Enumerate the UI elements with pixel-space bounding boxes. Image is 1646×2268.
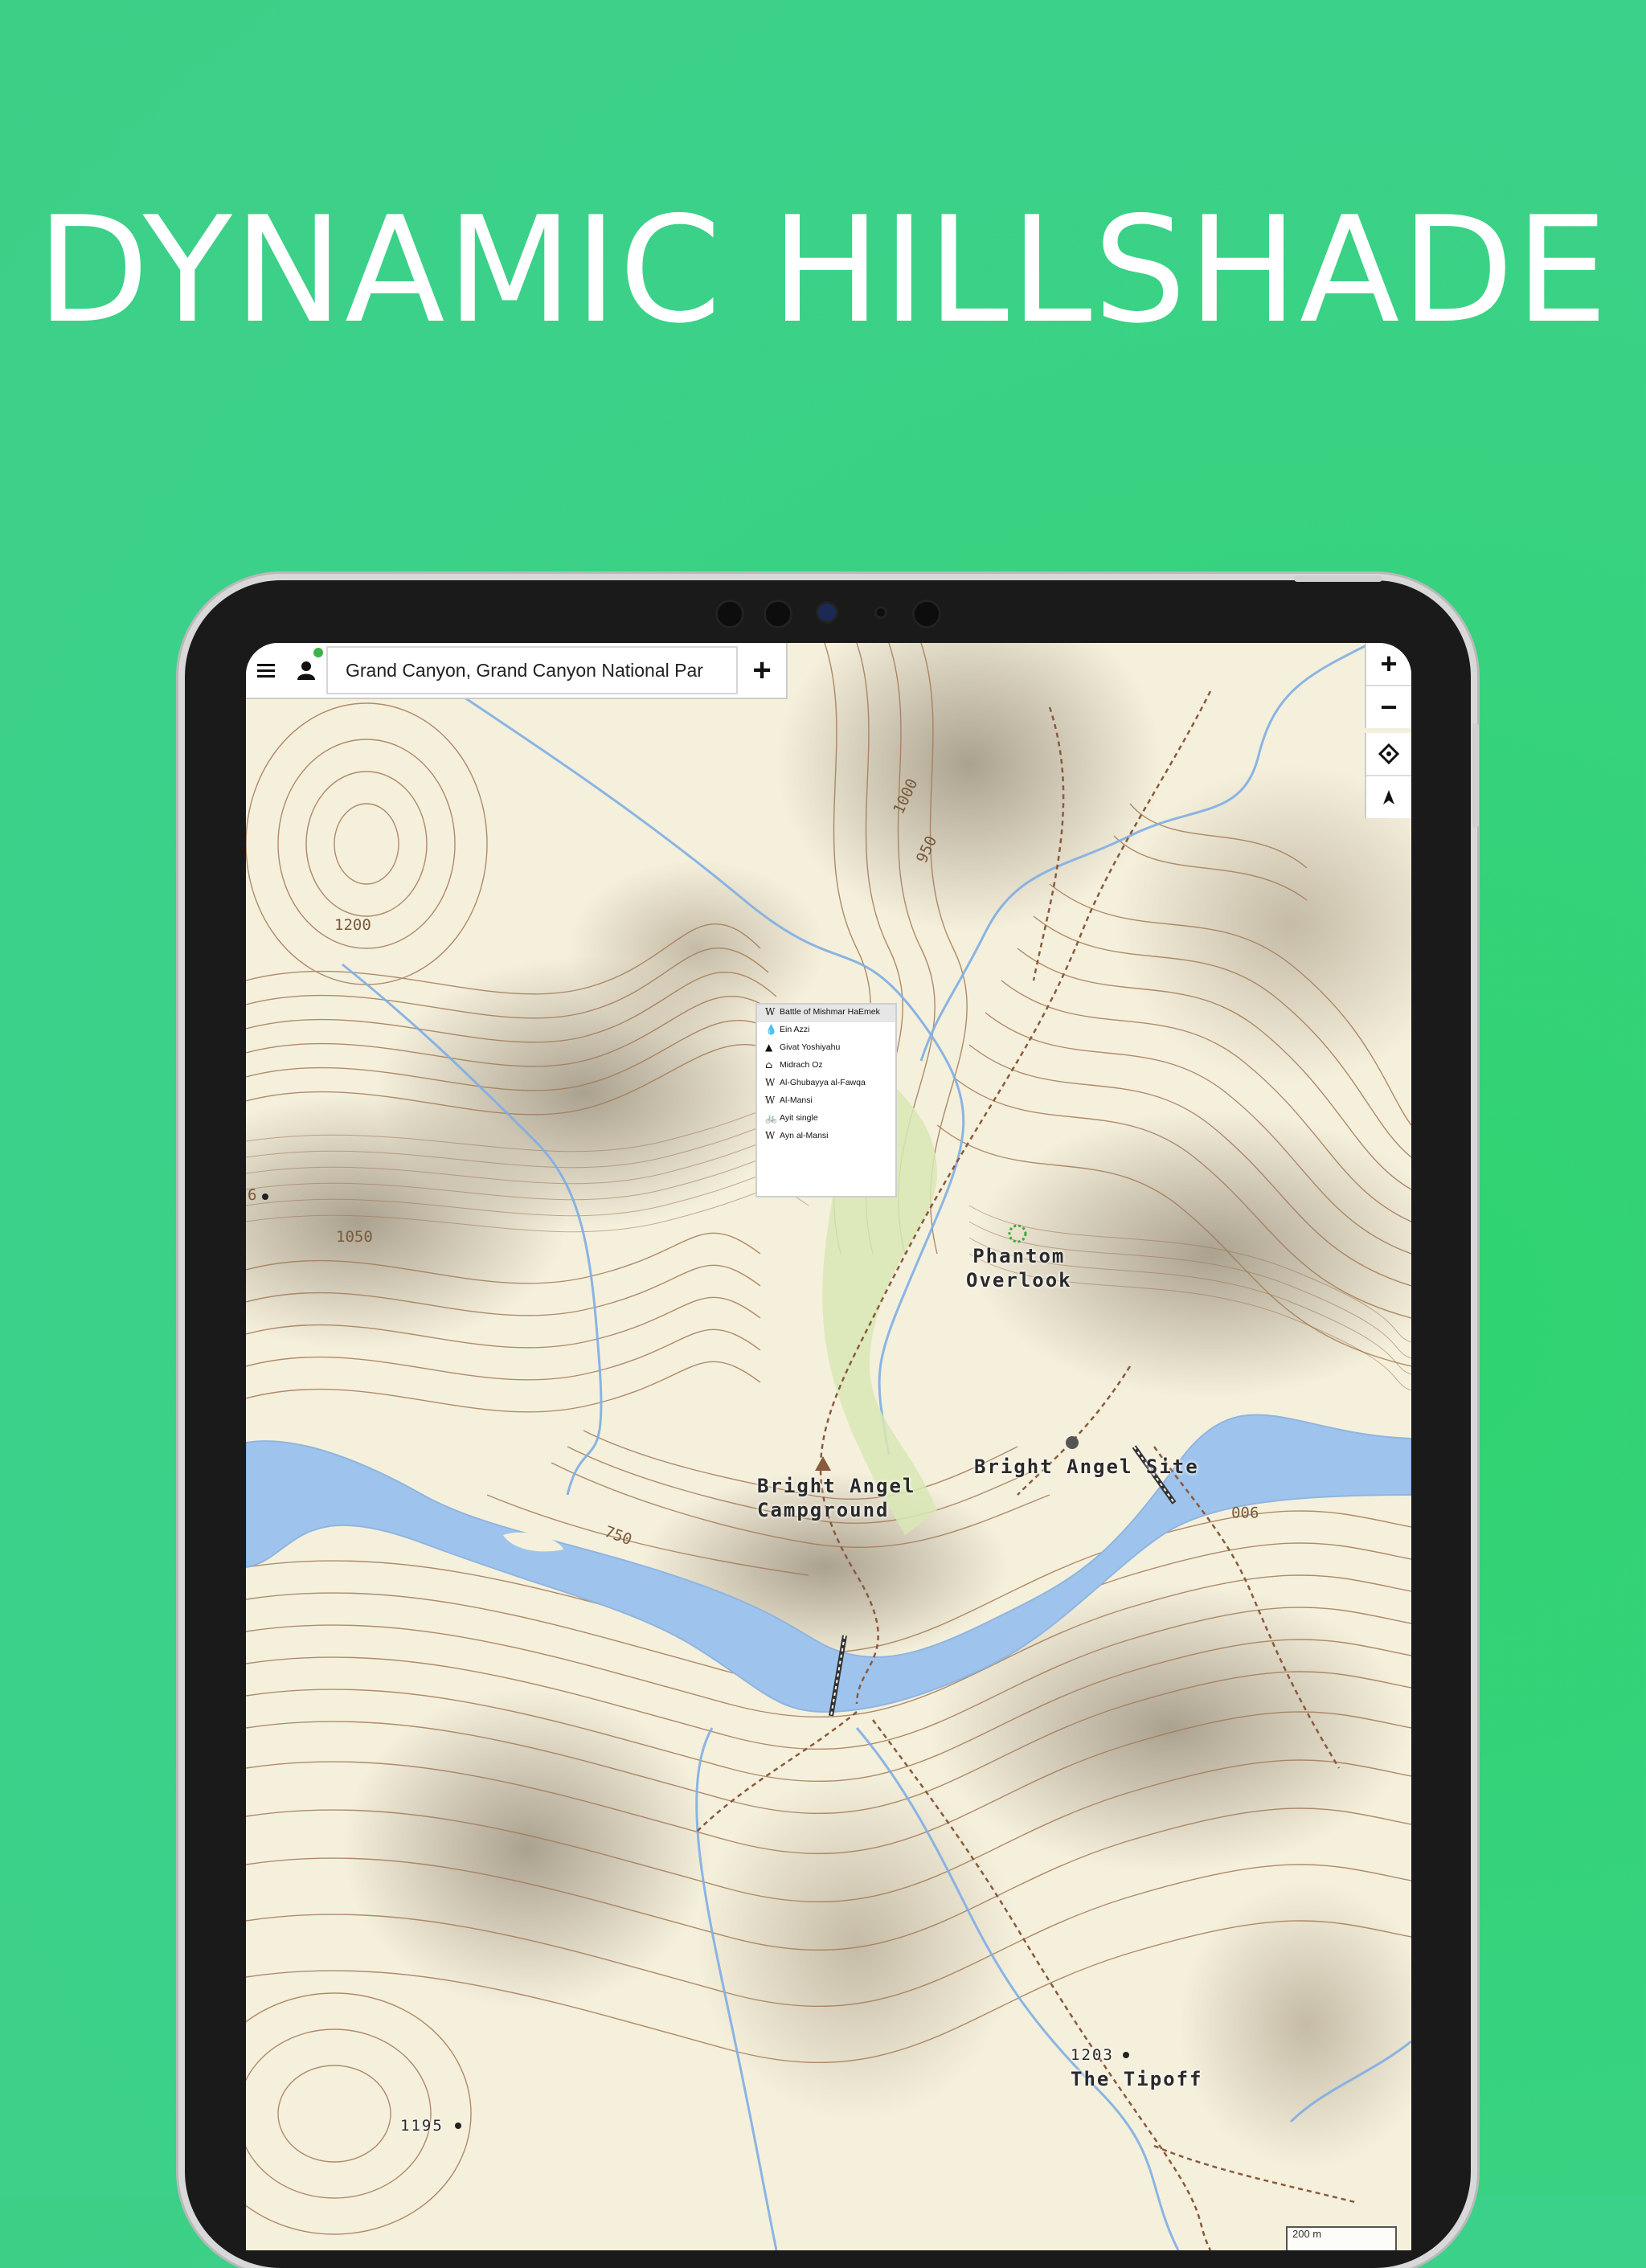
point-6	[262, 1193, 268, 1200]
camera-lens	[816, 601, 838, 624]
water-drop-icon: 💧	[765, 1024, 777, 1035]
the-tipoff-label: The Tipoff	[1071, 2068, 1203, 2090]
phantom-overlook-label: Phantom Overlook	[966, 1245, 1072, 1292]
contour-label-6: 6	[248, 1186, 257, 1204]
popup-item-label: Ein Azzi	[780, 1025, 810, 1034]
search-input-value: Grand Canyon, Grand Canyon National Park	[346, 659, 703, 681]
search-input[interactable]: Grand Canyon, Grand Canyon National Park	[326, 646, 738, 694]
camera-lens	[715, 600, 744, 628]
headline: DYNAMIC HILLSHADE	[36, 185, 1610, 355]
popup-item-label: Battle of Mishmar HaEmek	[780, 1007, 880, 1017]
tipoff-point	[1123, 2052, 1129, 2058]
volume-button	[1472, 723, 1479, 828]
user-button[interactable]	[286, 643, 326, 698]
locate-button[interactable]	[1366, 733, 1411, 775]
navigation-controls	[1365, 733, 1411, 818]
scale-bar: 200 m	[1286, 2226, 1397, 2250]
popup-item-label: Givat Yoshiyahu	[780, 1042, 841, 1052]
popup-item[interactable]: W Battle of Mishmar HaEmek	[757, 1005, 895, 1022]
popup-item[interactable]: 🚲 Ayit single	[757, 1111, 895, 1128]
user-icon	[297, 661, 315, 680]
top-toolbar: Grand Canyon, Grand Canyon National Park…	[246, 643, 788, 699]
contour-label-900: 900	[1231, 1503, 1259, 1521]
compass-button[interactable]	[1366, 775, 1411, 818]
popup-item-label: Midrach Oz	[780, 1060, 823, 1070]
topographic-map[interactable]	[246, 643, 1411, 2250]
popup-item[interactable]: W Al-Ghubayya al-Fawqa	[757, 1075, 895, 1093]
popup-item-label: Al-Ghubayya al-Fawqa	[780, 1078, 866, 1087]
mountain-peak-icon: ▲	[765, 1042, 773, 1053]
popup-item[interactable]: W Al-Mansi	[757, 1093, 895, 1111]
popup-item-label: Ayit single	[780, 1113, 818, 1123]
online-status-dot	[313, 648, 323, 657]
ranger-station-icon	[1066, 1436, 1079, 1449]
wikipedia-icon: W	[765, 1095, 776, 1106]
wikipedia-icon: W	[765, 1006, 776, 1017]
crosshair-icon	[1378, 743, 1399, 764]
tipoff-elevation-label: 1203	[1071, 2046, 1114, 2064]
bicycle-icon: 🚲	[765, 1112, 777, 1124]
zoom-out-button[interactable]: −	[1366, 685, 1411, 728]
zoom-in-button[interactable]: +	[1366, 643, 1411, 685]
bright-angel-campground-label: Bright Angel Campground	[757, 1475, 916, 1521]
zoom-controls: + −	[1365, 643, 1411, 728]
popup-item[interactable]: 💧 Ein Azzi	[757, 1022, 895, 1040]
nearby-places-popup[interactable]: W Battle of Mishmar HaEmek 💧 Ein Azzi ▲ …	[755, 1003, 897, 1197]
add-button[interactable]: +	[738, 643, 786, 698]
hamburger-menu-icon	[257, 664, 275, 678]
north-arrow-icon	[1383, 790, 1394, 804]
point-1195	[455, 2123, 461, 2129]
wikipedia-icon: W	[765, 1130, 776, 1141]
camera-lens	[764, 600, 792, 628]
power-button	[1294, 575, 1382, 582]
menu-button[interactable]	[246, 643, 286, 698]
camera-sensor	[874, 606, 887, 619]
popup-item[interactable]: ▲ Givat Yoshiyahu	[757, 1040, 895, 1058]
popup-item[interactable]: ⌂ Midrach Oz	[757, 1058, 895, 1075]
bright-angel-site-label: Bright Angel Site	[974, 1455, 1199, 1478]
plus-icon: +	[752, 652, 772, 688]
house-icon: ⌂	[765, 1059, 773, 1071]
contour-label-1050: 1050	[336, 1228, 373, 1246]
wikipedia-icon: W	[765, 1077, 776, 1088]
map-screen[interactable]: Phantom Overlook Bright Angel Site Brigh…	[246, 643, 1411, 2250]
point-1195-label: 1195	[400, 2117, 444, 2135]
camera-lens	[912, 600, 941, 628]
popup-item-label: Al-Mansi	[780, 1095, 813, 1105]
popup-item[interactable]: W Ayn al-Mansi	[757, 1128, 895, 1146]
popup-item-label: Ayn al-Mansi	[780, 1131, 829, 1140]
contour-label-1200: 1200	[334, 916, 371, 934]
